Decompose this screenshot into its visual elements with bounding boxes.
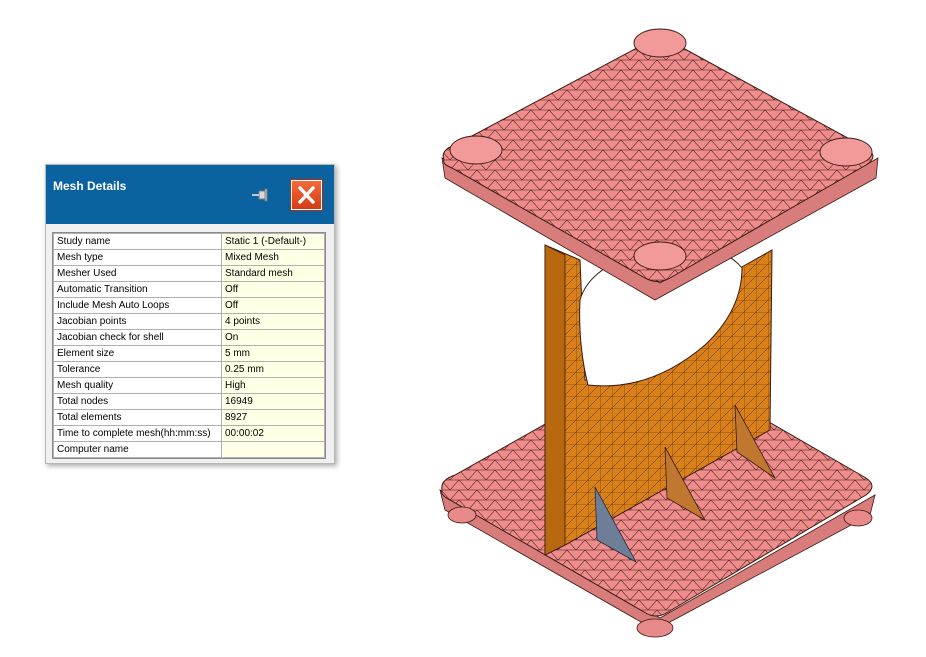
property-row[interactable]: Include Mesh Auto Loops Off — [53, 297, 325, 314]
property-name: Study name — [53, 233, 222, 250]
mesh-properties-grid: Study name Static 1 (-Default-) Mesh type M… — [52, 232, 326, 459]
property-row[interactable]: Study name Static 1 (-Default-) — [53, 233, 325, 250]
property-row[interactable]: Automatic Transition Off — [53, 281, 325, 298]
property-name: Jacobian check for shell — [53, 329, 222, 346]
property-row[interactable]: Jacobian points 4 points — [53, 313, 325, 330]
property-name: Total nodes — [53, 393, 222, 410]
properties-table: Study name Static 1 (-Default-) Mesh type M… — [53, 233, 325, 458]
property-name: Tolerance — [53, 361, 222, 378]
property-name: Automatic Transition — [53, 281, 222, 298]
property-value: Mixed Mesh — [221, 249, 325, 266]
property-value: On — [221, 329, 325, 346]
close-icon — [298, 186, 315, 204]
property-name: Mesh type — [53, 249, 222, 266]
property-value: 8927 — [221, 409, 325, 426]
property-name: Include Mesh Auto Loops — [53, 297, 222, 314]
property-row[interactable]: Computer name — [53, 441, 325, 458]
property-row[interactable]: Mesher Used Standard mesh — [53, 265, 325, 282]
panel-header: Mesh Details — [46, 165, 334, 224]
property-value: Off — [221, 297, 325, 314]
property-row[interactable]: Total nodes 16949 — [53, 393, 325, 410]
property-value: Static 1 (-Default-) — [221, 233, 325, 250]
property-value: Off — [221, 281, 325, 298]
property-row[interactable]: Mesh type Mixed Mesh — [53, 249, 325, 266]
property-name: Time to complete mesh(hh:mm:ss) — [53, 425, 222, 442]
pin-icon[interactable] — [250, 187, 272, 203]
property-row[interactable]: Total elements 8927 — [53, 409, 325, 426]
property-value — [221, 441, 325, 458]
property-value: 4 points — [221, 313, 325, 330]
mesh-model-viewport[interactable] — [430, 15, 890, 645]
property-value: 00:00:02 — [221, 425, 325, 442]
property-value: High — [221, 377, 325, 394]
close-button[interactable] — [290, 179, 323, 211]
mesh-details-panel: Mesh Details Study name Static 1 (-Defaul… — [45, 164, 335, 464]
property-row[interactable]: Mesh quality High — [53, 377, 325, 394]
property-value: 16949 — [221, 393, 325, 410]
property-name: Computer name — [53, 441, 222, 458]
property-name: Jacobian points — [53, 313, 222, 330]
property-value: Standard mesh — [221, 265, 325, 282]
property-name: Total elements — [53, 409, 222, 426]
property-row[interactable]: Time to complete mesh(hh:mm:ss) 00:00:02 — [53, 425, 325, 442]
top-plate — [441, 28, 879, 301]
property-row[interactable]: Jacobian check for shell On — [53, 329, 325, 346]
property-row[interactable]: Tolerance 0.25 mm — [53, 361, 325, 378]
property-name: Element size — [53, 345, 222, 362]
property-value: 5 mm — [221, 345, 325, 362]
panel-title: Mesh Details — [53, 179, 127, 193]
property-name: Mesh quality — [53, 377, 222, 394]
property-value: 0.25 mm — [221, 361, 325, 378]
property-row[interactable]: Element size 5 mm — [53, 345, 325, 362]
property-name: Mesher Used — [53, 265, 222, 282]
